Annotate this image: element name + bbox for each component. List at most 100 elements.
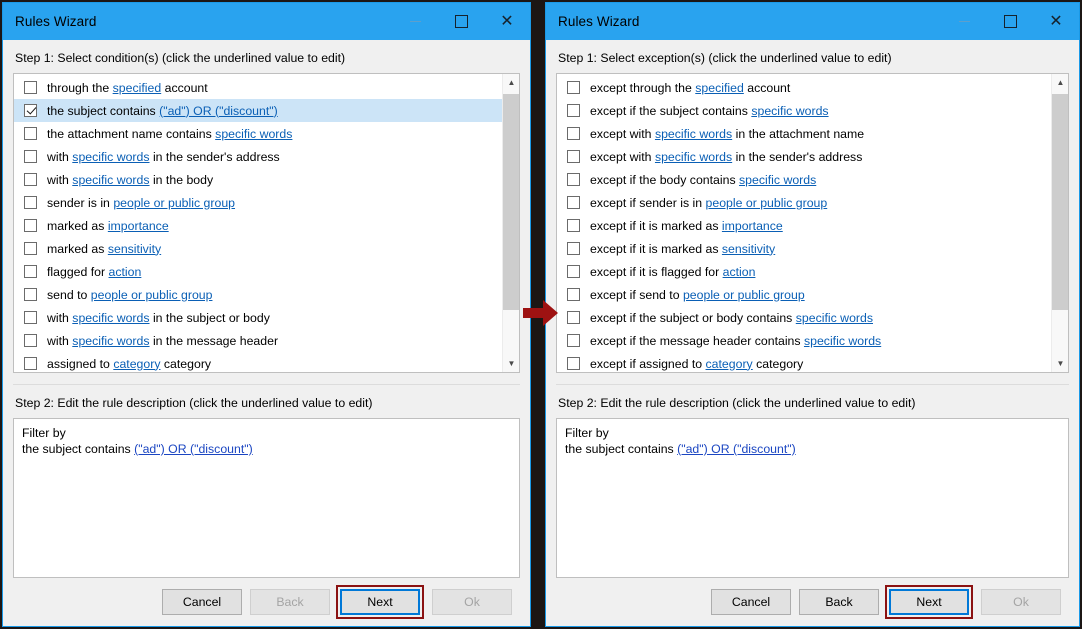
close-icon[interactable]: ✕	[484, 3, 530, 40]
next-button[interactable]: Next	[340, 589, 420, 615]
editable-value-link[interactable]: importance	[722, 219, 783, 233]
checkbox-unchecked[interactable]	[567, 127, 580, 140]
editable-value-link[interactable]: specific words	[739, 173, 816, 187]
editable-value-link[interactable]: sensitivity	[722, 242, 775, 256]
checkbox-unchecked[interactable]	[24, 150, 37, 163]
editable-value-link[interactable]: ("ad") OR ("discount")	[159, 104, 278, 118]
editable-value-link[interactable]: specific words	[72, 150, 149, 164]
conditions-list[interactable]: through the specified account the subject…	[13, 73, 520, 373]
checkbox-unchecked[interactable]	[567, 196, 580, 209]
maximize-icon[interactable]	[987, 3, 1033, 40]
back-button[interactable]: Back	[799, 589, 879, 615]
checkbox-unchecked[interactable]	[24, 288, 37, 301]
checkbox-unchecked[interactable]	[567, 265, 580, 278]
editable-value-link[interactable]: importance	[108, 219, 169, 233]
exceptions-scrollbar[interactable]: ▲ ▼	[1051, 74, 1068, 372]
maximize-icon[interactable]	[438, 3, 484, 40]
editable-value-link[interactable]: specific words	[655, 127, 732, 141]
list-item[interactable]: except if the subject contains specific …	[557, 99, 1051, 122]
checkbox-unchecked[interactable]	[24, 81, 37, 94]
list-item[interactable]: except if the subject or body contains s…	[557, 306, 1051, 329]
list-item[interactable]: with specific words in the sender's addr…	[14, 145, 502, 168]
minimize-icon[interactable]	[392, 3, 438, 40]
list-item[interactable]: with specific words in the body	[14, 168, 502, 191]
scroll-down-icon[interactable]: ▼	[503, 355, 519, 372]
list-item[interactable]: with specific words in the subject or bo…	[14, 306, 502, 329]
editable-value-link[interactable]: specific words	[72, 311, 149, 325]
editable-value-link[interactable]: specific words	[804, 334, 881, 348]
list-item[interactable]: through the specified account	[14, 76, 502, 99]
checkbox-unchecked[interactable]	[567, 104, 580, 117]
list-item[interactable]: except with specific words in the attach…	[557, 122, 1051, 145]
checkbox-unchecked[interactable]	[567, 173, 580, 186]
scrollbar-thumb[interactable]	[1052, 94, 1068, 310]
list-item[interactable]: except if assigned to category category	[557, 352, 1051, 372]
minimize-icon[interactable]	[941, 3, 987, 40]
checkbox-unchecked[interactable]	[24, 196, 37, 209]
checkbox-unchecked[interactable]	[567, 357, 580, 370]
checkbox-unchecked[interactable]	[24, 334, 37, 347]
list-item[interactable]: flagged for action	[14, 260, 502, 283]
editable-value-link[interactable]: specific words	[655, 150, 732, 164]
editable-value-link[interactable]: specified	[695, 81, 744, 95]
scrollbar-thumb[interactable]	[503, 94, 519, 310]
editable-value-link[interactable]: specific words	[751, 104, 828, 118]
editable-value-link[interactable]: people or public group	[113, 196, 235, 210]
exceptions-list[interactable]: except through the specified account exce…	[556, 73, 1069, 373]
list-item[interactable]: except if send to people or public group	[557, 283, 1051, 306]
list-item[interactable]: the attachment name contains specific wo…	[14, 122, 502, 145]
list-item[interactable]: except through the specified account	[557, 76, 1051, 99]
rule-description-box[interactable]: Filter by the subject contains ("ad") OR…	[556, 418, 1069, 578]
list-item[interactable]: except if it is marked as importance	[557, 214, 1051, 237]
checkbox-unchecked[interactable]	[24, 173, 37, 186]
editable-value-link[interactable]: category	[113, 357, 160, 371]
checkbox-unchecked[interactable]	[567, 334, 580, 347]
editable-value-link[interactable]: specified	[113, 81, 162, 95]
checkbox-unchecked[interactable]	[24, 219, 37, 232]
editable-value-link[interactable]: sensitivity	[108, 242, 161, 256]
editable-value-link[interactable]: specific words	[72, 334, 149, 348]
editable-value-link[interactable]: specific words	[72, 173, 149, 187]
list-item[interactable]: the subject contains ("ad") OR ("discoun…	[14, 99, 502, 122]
list-item[interactable]: except if the message header contains sp…	[557, 329, 1051, 352]
editable-value-link[interactable]: specific words	[796, 311, 873, 325]
list-item[interactable]: with specific words in the message heade…	[14, 329, 502, 352]
checkbox-unchecked[interactable]	[24, 311, 37, 324]
checkbox-unchecked[interactable]	[567, 311, 580, 324]
list-item[interactable]: except with specific words in the sender…	[557, 145, 1051, 168]
cancel-button[interactable]: Cancel	[711, 589, 791, 615]
description-value-link[interactable]: ("ad") OR ("discount")	[134, 442, 253, 456]
list-item[interactable]: assigned to category category	[14, 352, 502, 372]
editable-value-link[interactable]: specific words	[215, 127, 292, 141]
checkbox-checked[interactable]	[24, 104, 37, 117]
next-button[interactable]: Next	[889, 589, 969, 615]
scroll-up-icon[interactable]: ▲	[1052, 74, 1068, 91]
checkbox-unchecked[interactable]	[567, 150, 580, 163]
description-value-link[interactable]: ("ad") OR ("discount")	[677, 442, 796, 456]
editable-value-link[interactable]: people or public group	[706, 196, 828, 210]
editable-value-link[interactable]: people or public group	[91, 288, 213, 302]
editable-value-link[interactable]: action	[109, 265, 142, 279]
scroll-down-icon[interactable]: ▼	[1052, 355, 1068, 372]
checkbox-unchecked[interactable]	[24, 357, 37, 370]
scroll-up-icon[interactable]: ▲	[503, 74, 519, 91]
list-item[interactable]: sender is in people or public group	[14, 191, 502, 214]
list-item[interactable]: marked as sensitivity	[14, 237, 502, 260]
checkbox-unchecked[interactable]	[567, 81, 580, 94]
checkbox-unchecked[interactable]	[24, 127, 37, 140]
checkbox-unchecked[interactable]	[24, 265, 37, 278]
editable-value-link[interactable]: people or public group	[683, 288, 805, 302]
rule-description-box[interactable]: Filter by the subject contains ("ad") OR…	[13, 418, 520, 578]
editable-value-link[interactable]: action	[723, 265, 756, 279]
list-item[interactable]: except if it is flagged for action	[557, 260, 1051, 283]
list-item[interactable]: except if it is marked as sensitivity	[557, 237, 1051, 260]
checkbox-unchecked[interactable]	[567, 219, 580, 232]
checkbox-unchecked[interactable]	[24, 242, 37, 255]
cancel-button[interactable]: Cancel	[162, 589, 242, 615]
checkbox-unchecked[interactable]	[567, 288, 580, 301]
list-item[interactable]: except if sender is in people or public …	[557, 191, 1051, 214]
editable-value-link[interactable]: category	[706, 357, 753, 371]
close-icon[interactable]: ✕	[1033, 3, 1079, 40]
conditions-scrollbar[interactable]: ▲ ▼	[502, 74, 519, 372]
list-item[interactable]: send to people or public group	[14, 283, 502, 306]
